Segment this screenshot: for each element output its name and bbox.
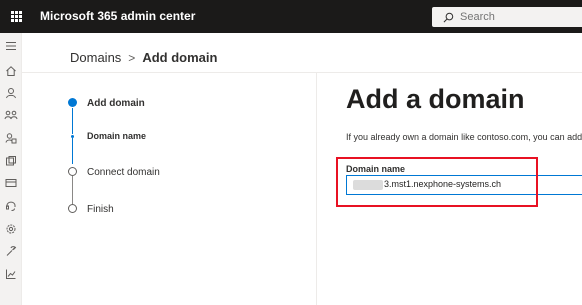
user-icon[interactable] xyxy=(3,85,19,101)
breadcrumb-domains-link[interactable]: Domains xyxy=(70,50,121,65)
header-divider xyxy=(22,72,582,73)
search-box[interactable] xyxy=(432,7,582,27)
page-title: Add a domain xyxy=(346,84,525,114)
search-icon xyxy=(440,9,456,25)
roles-icon[interactable] xyxy=(3,130,19,146)
settings-icon[interactable] xyxy=(3,221,19,237)
annotation-highlight xyxy=(336,157,538,207)
resources-icon[interactable] xyxy=(3,153,19,169)
page-description: If you already own a domain like contoso… xyxy=(346,132,582,142)
home-icon[interactable] xyxy=(3,63,19,79)
support-icon[interactable] xyxy=(3,198,19,214)
reports-icon[interactable] xyxy=(3,266,19,282)
breadcrumb-current: Add domain xyxy=(142,50,218,65)
step-add-domain: Add domain xyxy=(87,98,145,109)
step-indicator-pending xyxy=(68,204,77,213)
groups-icon[interactable] xyxy=(3,107,19,123)
app-launcher-button[interactable] xyxy=(0,0,33,33)
wizard-divider xyxy=(316,73,317,305)
breadcrumb: Domains > Add domain xyxy=(70,50,217,65)
menu-icon[interactable] xyxy=(3,38,19,54)
step-connector xyxy=(72,176,73,204)
waffle-icon xyxy=(11,11,22,22)
search-input[interactable] xyxy=(460,11,580,23)
step-connect-domain: Connect domain xyxy=(87,167,160,178)
app-title[interactable]: Microsoft 365 admin center xyxy=(40,0,195,33)
breadcrumb-separator: > xyxy=(128,50,136,65)
step-domain-name: Domain name xyxy=(87,131,147,141)
billing-icon[interactable] xyxy=(3,175,19,191)
step-indicator-active xyxy=(68,98,77,107)
step-finish: Finish xyxy=(87,204,114,215)
step-connector xyxy=(72,108,73,134)
step-connector xyxy=(72,138,73,164)
step-indicator-pending xyxy=(68,167,77,176)
top-bar: Microsoft 365 admin center xyxy=(0,0,582,33)
left-nav-rail xyxy=(0,33,22,305)
setup-icon[interactable] xyxy=(3,243,19,259)
substep-indicator xyxy=(71,135,74,138)
